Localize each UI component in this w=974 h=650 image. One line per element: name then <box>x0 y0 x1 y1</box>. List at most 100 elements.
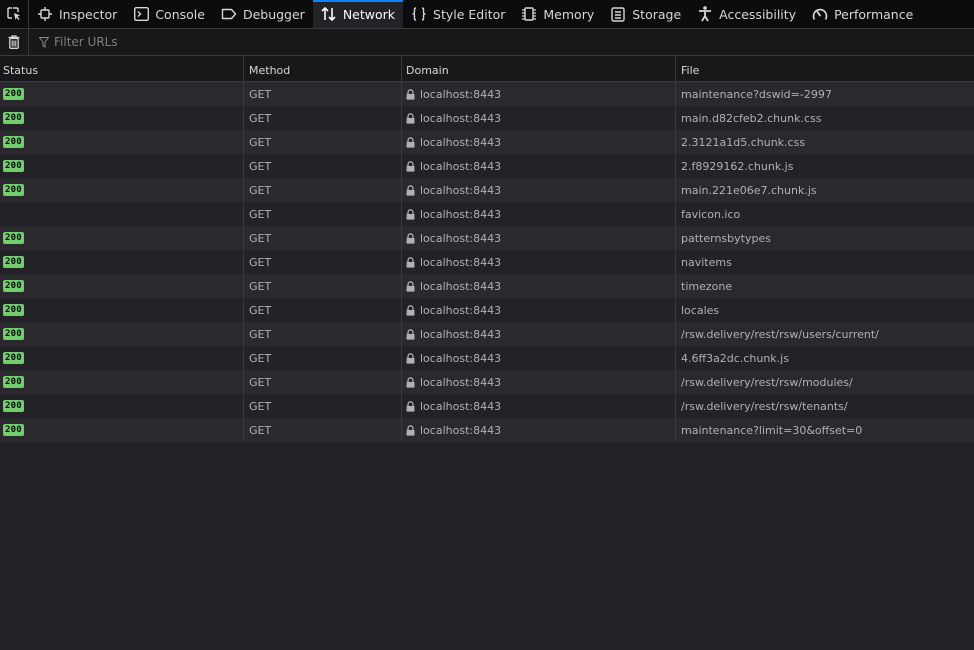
file-cell: /rsw.delivery/rest/rsw/modules/ <box>681 375 853 389</box>
status-badge: 200 <box>3 304 24 316</box>
lock-icon <box>406 112 415 124</box>
status-cell: 200 <box>0 418 244 442</box>
status-cell: 200 <box>0 130 244 154</box>
element-picker-icon <box>7 7 20 20</box>
table-row[interactable]: 200 GET localhost:8443 locales <box>0 298 974 322</box>
table-row[interactable]: 200 GET localhost:8443/rsw.delivery/rest/r… <box>0 394 974 418</box>
table-row[interactable]: 200 GET localhost:8443 maintenance?limit=30… <box>0 418 974 442</box>
lock-icon <box>406 424 415 436</box>
tab-network[interactable]: Network <box>312 0 404 28</box>
tab-inspector[interactable]: Inspector <box>29 0 125 28</box>
status-cell: 200 <box>0 82 244 106</box>
devtools-toolbox: Inspector Console Debugger Network Style… <box>0 0 974 29</box>
status-cell: 200 <box>0 250 244 274</box>
domain-text: localhost:8443 <box>420 159 502 173</box>
filter-urls-input[interactable] <box>54 35 354 49</box>
lock-icon <box>406 280 415 292</box>
table-row[interactable]: 200 GET localhost:8443 4.6ff3a2dc.chunk.js <box>0 346 974 370</box>
column-header-domain[interactable]: Domain <box>402 56 676 81</box>
domain-cell: localhost:8443 <box>402 82 676 106</box>
domain-text: localhost:8443 <box>420 255 502 269</box>
status-cell <box>0 202 244 226</box>
file-cell: maintenance?dswid=-2997 <box>681 87 832 101</box>
element-picker-button[interactable] <box>0 0 29 28</box>
status-cell: 200 <box>0 346 244 370</box>
method-cell: GET <box>244 106 402 130</box>
status-cell: 200 <box>0 178 244 202</box>
requests-table: Status Method Domain File 200 GET localhos… <box>0 56 974 442</box>
status-badge: 200 <box>3 424 24 436</box>
tab-label: Debugger <box>242 6 305 22</box>
storage-icon <box>610 6 626 22</box>
method-cell: GET <box>244 418 402 442</box>
method-cell: GET <box>244 274 402 298</box>
file-cell: timezone <box>681 279 733 293</box>
table-row[interactable]: 200 GET localhost:8443/rsw.delivery/rest/r… <box>0 322 974 346</box>
table-row[interactable]: 200 GET localhost:8443 main.d82cfeb2.chunk.… <box>0 106 974 130</box>
file-cell: main.d82cfeb2.chunk.css <box>681 111 822 125</box>
domain-text: localhost:8443 <box>420 279 502 293</box>
tab-accessibility[interactable]: Accessibility <box>689 0 804 28</box>
domain-cell: localhost:8443 <box>402 250 676 274</box>
file-cell: 2.3121a1d5.chunk.css <box>681 135 806 149</box>
lock-icon <box>406 400 415 412</box>
table-row[interactable]: 200 GET localhost:8443 maintenance?dswid=-2… <box>0 82 974 106</box>
lock-icon <box>406 160 415 172</box>
lock-icon <box>406 232 415 244</box>
style-editor-icon <box>411 6 427 22</box>
status-cell: 200 <box>0 370 244 394</box>
status-badge: 200 <box>3 328 24 340</box>
tab-label: Console <box>155 6 205 22</box>
status-cell: 200 <box>0 106 244 130</box>
status-badge: 200 <box>3 160 24 172</box>
method-cell: GET <box>244 346 402 370</box>
tab-memory[interactable]: Memory <box>513 0 602 28</box>
domain-text: localhost:8443 <box>420 183 502 197</box>
status-cell: 200 <box>0 298 244 322</box>
domain-text: localhost:8443 <box>420 111 502 125</box>
status-badge: 200 <box>3 184 24 196</box>
table-row[interactable]: 200 GET localhost:8443/rsw.delivery/rest/r… <box>0 370 974 394</box>
file-cell: patternsbytypes <box>681 231 771 245</box>
table-row[interactable]: 200 GET localhost:8443 main.221e06e7.chunk.… <box>0 178 974 202</box>
tab-label: Accessibility <box>719 6 797 22</box>
method-cell: GET <box>244 82 402 106</box>
tab-storage[interactable]: Storage <box>602 0 689 28</box>
domain-cell: localhost:8443 <box>402 298 676 322</box>
table-row[interactable]: 200 GET localhost:8443 navitems <box>0 250 974 274</box>
tab-debugger[interactable]: Debugger <box>213 0 313 28</box>
tab-performance[interactable]: Performance <box>804 0 921 28</box>
tab-label: Memory <box>543 6 595 22</box>
file-cell: maintenance?limit=30&offset=0 <box>681 423 863 437</box>
clear-button[interactable] <box>0 28 29 56</box>
table-row[interactable]: 200 GET localhost:8443 2.f8929162.chunk.js <box>0 154 974 178</box>
domain-cell: localhost:8443 <box>402 226 676 250</box>
table-row[interactable]: 200 GET localhost:8443 2.3121a1d5.chunk.css <box>0 130 974 154</box>
lock-icon <box>406 208 415 220</box>
domain-text: localhost:8443 <box>420 351 502 365</box>
accessibility-icon <box>697 6 713 22</box>
method-cell: GET <box>244 202 402 226</box>
network-icon <box>321 6 337 22</box>
column-header-status[interactable]: Status <box>0 56 244 81</box>
domain-text: localhost:8443 <box>420 399 502 413</box>
tab-console[interactable]: Console <box>125 0 213 28</box>
file-cell: navitems <box>681 255 732 269</box>
domain-cell: localhost:8443 <box>402 130 676 154</box>
file-cell: 2.f8929162.chunk.js <box>681 159 794 173</box>
status-badge: 200 <box>3 136 24 148</box>
domain-text: localhost:8443 <box>420 207 502 221</box>
tab-style-editor[interactable]: Style Editor <box>403 0 513 28</box>
table-row[interactable]: GET localhost:8443 favicon.ico <box>0 202 974 226</box>
tab-label: Network <box>342 6 396 22</box>
column-header-file[interactable]: File <box>676 56 974 81</box>
table-row[interactable]: 200 GET localhost:8443 patternsbytypes <box>0 226 974 250</box>
table-row[interactable]: 200 GET localhost:8443 timezone <box>0 274 974 298</box>
file-cell: main.221e06e7.chunk.js <box>681 183 817 197</box>
lock-icon <box>406 304 415 316</box>
method-cell: GET <box>244 370 402 394</box>
column-header-method[interactable]: Method <box>244 56 402 81</box>
tab-label: Performance <box>834 6 914 22</box>
domain-cell: localhost:8443 <box>402 370 676 394</box>
filter-icon <box>39 36 49 48</box>
